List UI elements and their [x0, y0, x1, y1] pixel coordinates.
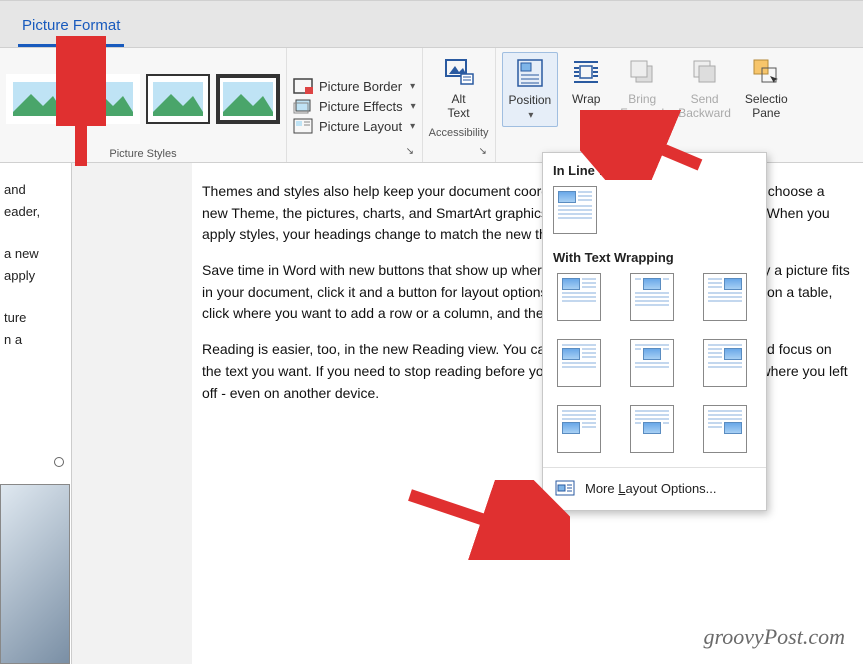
- text-fragment: eader,: [4, 201, 67, 223]
- dropdown-section-header: With Text Wrapping: [553, 250, 756, 265]
- picture-style-thumb[interactable]: [6, 74, 70, 124]
- group-arrange: Position▾ Wrap▾ Bring Forward Send Bac: [496, 48, 800, 162]
- previous-page-fragment: and eader, a new apply ture n a: [0, 163, 72, 664]
- text-fragment: apply: [4, 265, 67, 287]
- label: Send Backward: [678, 92, 731, 121]
- picture-layout-menu[interactable]: Picture Layout ▾: [293, 118, 416, 134]
- send-backward-icon: [689, 56, 721, 88]
- label: Wrap▾: [572, 92, 600, 121]
- separator: [543, 467, 766, 468]
- alt-text-icon: [443, 56, 475, 88]
- chevron-down-icon: ▾: [410, 121, 415, 132]
- ribbon: Picture Styles Picture Border ▾ Picture …: [0, 48, 863, 163]
- picture-border-menu[interactable]: Picture Border ▾: [293, 78, 416, 94]
- page-gutter: [72, 163, 192, 664]
- chevron-down-icon: ▾: [410, 81, 415, 92]
- picture-style-thumb[interactable]: [146, 74, 210, 124]
- chevron-down-icon: ▾: [411, 101, 416, 112]
- text-fragment: ture: [4, 307, 67, 329]
- label: Position▾: [509, 93, 552, 122]
- alt-text-button[interactable]: Alt Text: [433, 52, 485, 125]
- text-fragment: a new: [4, 243, 67, 265]
- position-dropdown: In Line with Text With Text Wrapping: [542, 152, 767, 511]
- position-option-middle-center[interactable]: [630, 339, 674, 387]
- picture-effects-icon: [293, 98, 313, 114]
- mountain-icon: [83, 82, 133, 116]
- position-option-inline[interactable]: [553, 186, 597, 234]
- mountain-icon: [223, 82, 273, 116]
- position-option-top-left[interactable]: [557, 273, 601, 321]
- picture-effects-menu[interactable]: Picture Effects ▾: [293, 98, 416, 114]
- label: Picture Border: [319, 79, 402, 94]
- chevron-down-icon: ▾: [528, 110, 533, 121]
- label: Selectio Pane: [745, 92, 788, 121]
- tab-picture-format[interactable]: Picture Format: [18, 7, 124, 47]
- dialog-launcher-icon[interactable]: ↘: [406, 146, 418, 158]
- chevron-down-icon: ▾: [585, 109, 590, 120]
- picture-style-thumb[interactable]: [76, 74, 140, 124]
- mountain-icon: [153, 82, 203, 116]
- position-option-middle-left[interactable]: [557, 339, 601, 387]
- label: More Layout Options...: [585, 481, 717, 496]
- text-fragment: n a: [4, 329, 67, 351]
- position-option-bottom-center[interactable]: [630, 405, 674, 453]
- position-option-top-center[interactable]: [630, 273, 674, 321]
- wrap-text-icon: [570, 56, 602, 88]
- dialog-launcher-icon[interactable]: ↘: [479, 146, 491, 158]
- resize-handle[interactable]: [54, 457, 64, 467]
- group-accessibility: Alt Text Accessibility ↘: [423, 48, 496, 162]
- watermark: groovyPost.com: [703, 624, 845, 650]
- picture-border-icon: [293, 78, 313, 94]
- position-option-bottom-left[interactable]: [557, 405, 601, 453]
- position-button[interactable]: Position▾: [502, 52, 559, 127]
- mountain-icon: [13, 82, 63, 116]
- layout-options-icon: [555, 480, 575, 496]
- more-layout-options-link[interactable]: More Layout Options...: [553, 472, 756, 506]
- dropdown-section-header: In Line with Text: [553, 163, 756, 178]
- selected-image[interactable]: [0, 484, 70, 664]
- group-picture-styles: Picture Styles: [0, 48, 287, 162]
- selection-pane-icon: [750, 56, 782, 88]
- selection-pane-button[interactable]: Selectio Pane: [739, 52, 794, 125]
- picture-layout-icon: [293, 118, 313, 134]
- position-option-bottom-right[interactable]: [703, 405, 747, 453]
- text-fragment: and: [4, 179, 67, 201]
- label: Alt Text: [448, 92, 470, 121]
- picture-style-thumb[interactable]: [216, 74, 280, 124]
- position-option-middle-right[interactable]: [703, 339, 747, 387]
- label: Bring Forward: [620, 92, 664, 121]
- bring-forward-button[interactable]: Bring Forward: [614, 52, 670, 125]
- ribbon-tabbar: Picture Format: [0, 0, 863, 48]
- label: Picture Effects: [319, 99, 403, 114]
- group-label: Picture Styles: [6, 146, 280, 160]
- wrap-text-button[interactable]: Wrap▾: [560, 52, 612, 125]
- position-option-top-right[interactable]: [703, 273, 747, 321]
- send-backward-button[interactable]: Send Backward: [672, 52, 737, 125]
- group-picture-adjust: Picture Border ▾ Picture Effects ▾ Pictu…: [287, 48, 423, 162]
- group-label: Accessibility: [429, 125, 489, 139]
- bring-forward-icon: [626, 56, 658, 88]
- label: Picture Layout: [319, 119, 402, 134]
- position-icon: [514, 57, 546, 89]
